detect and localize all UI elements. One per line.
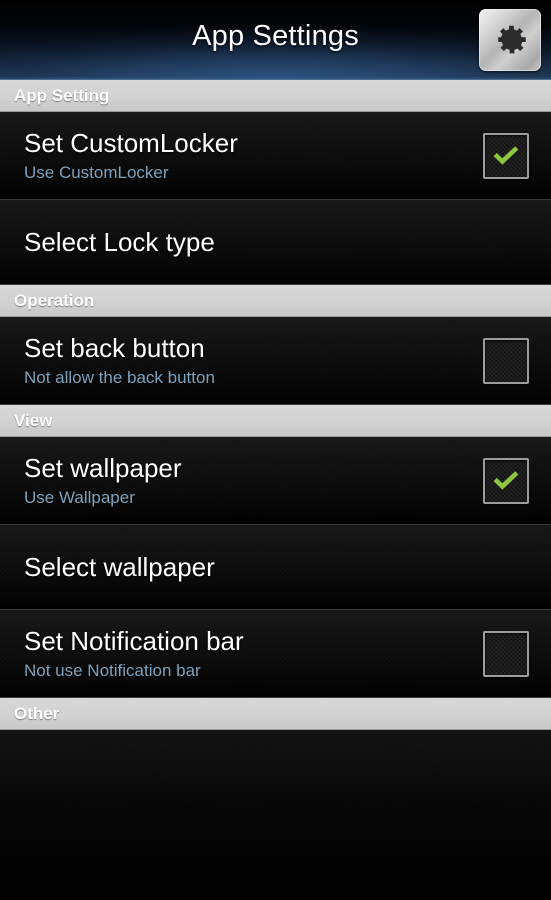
row-text: Set CustomLocker Use CustomLocker <box>0 128 483 184</box>
settings-row[interactable]: Select Lock type <box>0 200 551 285</box>
checkbox-unchecked[interactable] <box>483 337 529 384</box>
row-title: Set back button <box>24 332 205 363</box>
row-text: Set Notification bar Not use Notification… <box>0 626 483 682</box>
row-subtitle: Use Wallpaper <box>24 487 135 507</box>
app-settings-screen: App Settings App Setting Set CustomLocker… <box>0 0 551 900</box>
settings-row[interactable]: Set CustomLocker Use CustomLocker <box>0 112 551 200</box>
row-title: Set wallpaper <box>24 452 182 483</box>
row-title: Select Lock type <box>24 226 215 257</box>
checkbox-unchecked[interactable] <box>483 630 529 677</box>
row-title: Set CustomLocker <box>24 127 238 158</box>
row-text: Set back button Not allow the back button <box>0 333 483 389</box>
row-subtitle: Not allow the back button <box>24 367 215 387</box>
empty-list-area <box>0 730 551 900</box>
row-title: Set Notification bar <box>24 625 244 656</box>
page-title: App Settings <box>192 20 359 52</box>
row-text: Select Lock type <box>0 227 551 258</box>
settings-row[interactable]: Set Notification bar Not use Notification… <box>0 610 551 698</box>
gear-icon <box>490 20 530 60</box>
section-header-label: App Setting <box>14 85 110 105</box>
settings-list[interactable]: App Setting Set CustomLocker Use CustomLoc… <box>0 80 551 900</box>
row-title: Select wallpaper <box>24 551 215 582</box>
section-header-label: Operation <box>14 290 95 310</box>
title-bar: App Settings <box>0 0 551 80</box>
checkbox-checked[interactable] <box>483 132 529 179</box>
section-header: View <box>0 405 551 437</box>
settings-row[interactable]: Set back button Not allow the back button <box>0 317 551 405</box>
section-header-label: View <box>14 410 53 430</box>
settings-row[interactable]: Set wallpaper Use Wallpaper <box>0 437 551 525</box>
row-subtitle: Not use Notification bar <box>24 660 201 680</box>
settings-row[interactable]: Select wallpaper <box>0 525 551 610</box>
row-text: Select wallpaper <box>0 552 551 583</box>
settings-gear-button[interactable] <box>479 9 541 71</box>
section-header: Operation <box>0 285 551 317</box>
row-subtitle: Use CustomLocker <box>24 162 169 182</box>
section-header-label: Other <box>14 703 60 723</box>
checkbox-checked[interactable] <box>483 457 529 504</box>
section-header: App Setting <box>0 80 551 112</box>
row-text: Set wallpaper Use Wallpaper <box>0 453 483 509</box>
section-header: Other <box>0 698 551 730</box>
